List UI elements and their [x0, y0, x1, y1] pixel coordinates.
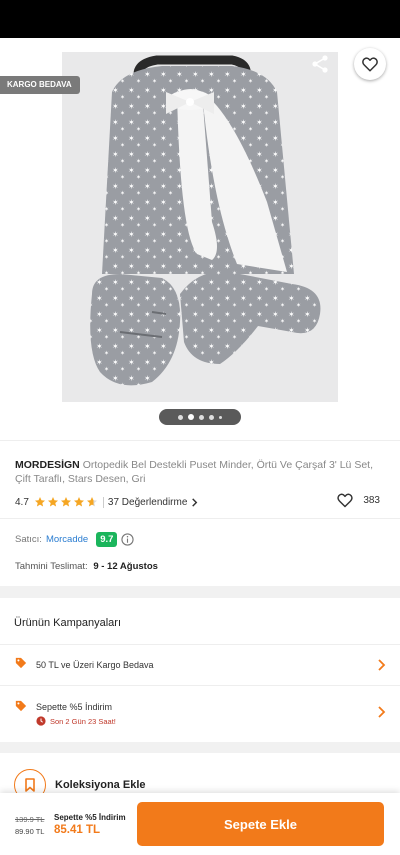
- bottom-purchase-bar: 139.9 TL 89.90 TL Sepette %5 İndirim 85.…: [0, 793, 400, 855]
- delivery-date: 9 - 12 Ağustos: [93, 561, 158, 572]
- heart-outline-icon: [362, 57, 378, 72]
- chevron-right-icon: [378, 659, 386, 671]
- seller-score-badge: 9.7: [96, 531, 118, 547]
- pagination-dot[interactable]: [199, 414, 204, 420]
- tag-icon: [15, 700, 27, 712]
- tag-icon: [15, 657, 27, 669]
- status-bar: [0, 0, 400, 38]
- product-title: MORDESİGN Ortopedik Bel Destekli Puset M…: [15, 458, 385, 486]
- star-icon: [34, 497, 45, 507]
- pagination-dot-active[interactable]: [188, 414, 194, 420]
- star-icon: [47, 497, 58, 507]
- original-price: 139.9 TL: [15, 815, 45, 824]
- delivery-row: Tahmini Teslimat: 9 - 12 Ağustos: [15, 561, 158, 572]
- campaign-label: Sepette %5 İndirim: [36, 702, 113, 712]
- back-arrow-icon: [18, 57, 34, 71]
- campaign-item-discount[interactable]: Sepette %5 İndirim Son 2 Gün 23 Saat!: [0, 686, 400, 738]
- campaign-label: 50 TL ve Üzeri Kargo Bedava: [36, 660, 154, 670]
- current-price: 89.90 TL: [15, 827, 45, 836]
- pagination-dot[interactable]: [178, 414, 183, 420]
- promo-price: 85.41 TL: [54, 824, 101, 836]
- divider: [0, 518, 400, 519]
- promo-label: Sepette %5 İndirim: [54, 813, 126, 822]
- pagination-dot[interactable]: [209, 414, 214, 420]
- rating-row: 4.7 37 Değerlendirme 383: [15, 492, 385, 509]
- add-to-cart-button[interactable]: Sepete Ekle: [137, 802, 384, 846]
- section-gap: [0, 742, 400, 753]
- favorite-button[interactable]: [354, 48, 386, 80]
- campaigns-title: Ürünün Kampanyaları: [14, 617, 122, 629]
- info-icon[interactable]: [121, 532, 135, 546]
- divider: [102, 496, 104, 508]
- favorite-count: 383: [363, 494, 380, 506]
- countdown-text: Son 2 Gün 23 Saat!: [50, 716, 116, 726]
- half-star-icon: [86, 497, 97, 507]
- star-icon: [73, 497, 84, 507]
- chevron-right-icon: [378, 706, 386, 718]
- product-info-section: MORDESİGN Ortopedik Bel Destekli Puset M…: [0, 440, 400, 586]
- reviews-link[interactable]: 37 Değerlendirme: [108, 497, 188, 508]
- rating-value: 4.7: [15, 496, 29, 508]
- campaign-countdown: Son 2 Gün 23 Saat!: [36, 716, 116, 726]
- favorite-count-block[interactable]: 383: [336, 492, 380, 508]
- free-shipping-badge: KARGO BEDAVA: [0, 76, 80, 94]
- seller-label: Satıcı:: [15, 533, 42, 545]
- section-gap: [0, 586, 400, 598]
- campaign-item-free-shipping[interactable]: 50 TL ve Üzeri Kargo Bedava: [0, 645, 400, 685]
- rating-stars: [34, 496, 98, 508]
- clock-icon: [36, 716, 46, 726]
- add-to-collection-label: Koleksiyona Ekle: [55, 779, 146, 791]
- star-icon: [60, 497, 71, 507]
- share-icon: [312, 55, 328, 73]
- seller-row: Satıcı: Morcadde 9.7: [15, 530, 135, 548]
- brand-name[interactable]: MORDESİGN: [15, 459, 80, 471]
- campaigns-section: Ürünün Kampanyaları 50 TL ve Üzeri Kargo…: [0, 598, 400, 742]
- pagination-dot[interactable]: [219, 415, 222, 419]
- seller-link[interactable]: Morcadde: [46, 534, 88, 545]
- product-gallery[interactable]: ✶ ✶ KARGO BEDAVA: [0, 38, 400, 440]
- delivery-label: Tahmini Teslimat:: [15, 561, 88, 572]
- chevron-right-icon: [192, 497, 198, 507]
- heart-outline-icon: [337, 493, 353, 508]
- share-button[interactable]: [306, 50, 334, 78]
- product-image[interactable]: ✶ ✶: [62, 52, 338, 402]
- gallery-pagination[interactable]: [159, 409, 241, 425]
- back-button[interactable]: [12, 50, 40, 78]
- add-to-collection-row[interactable]: Koleksiyona Ekle: [0, 753, 400, 801]
